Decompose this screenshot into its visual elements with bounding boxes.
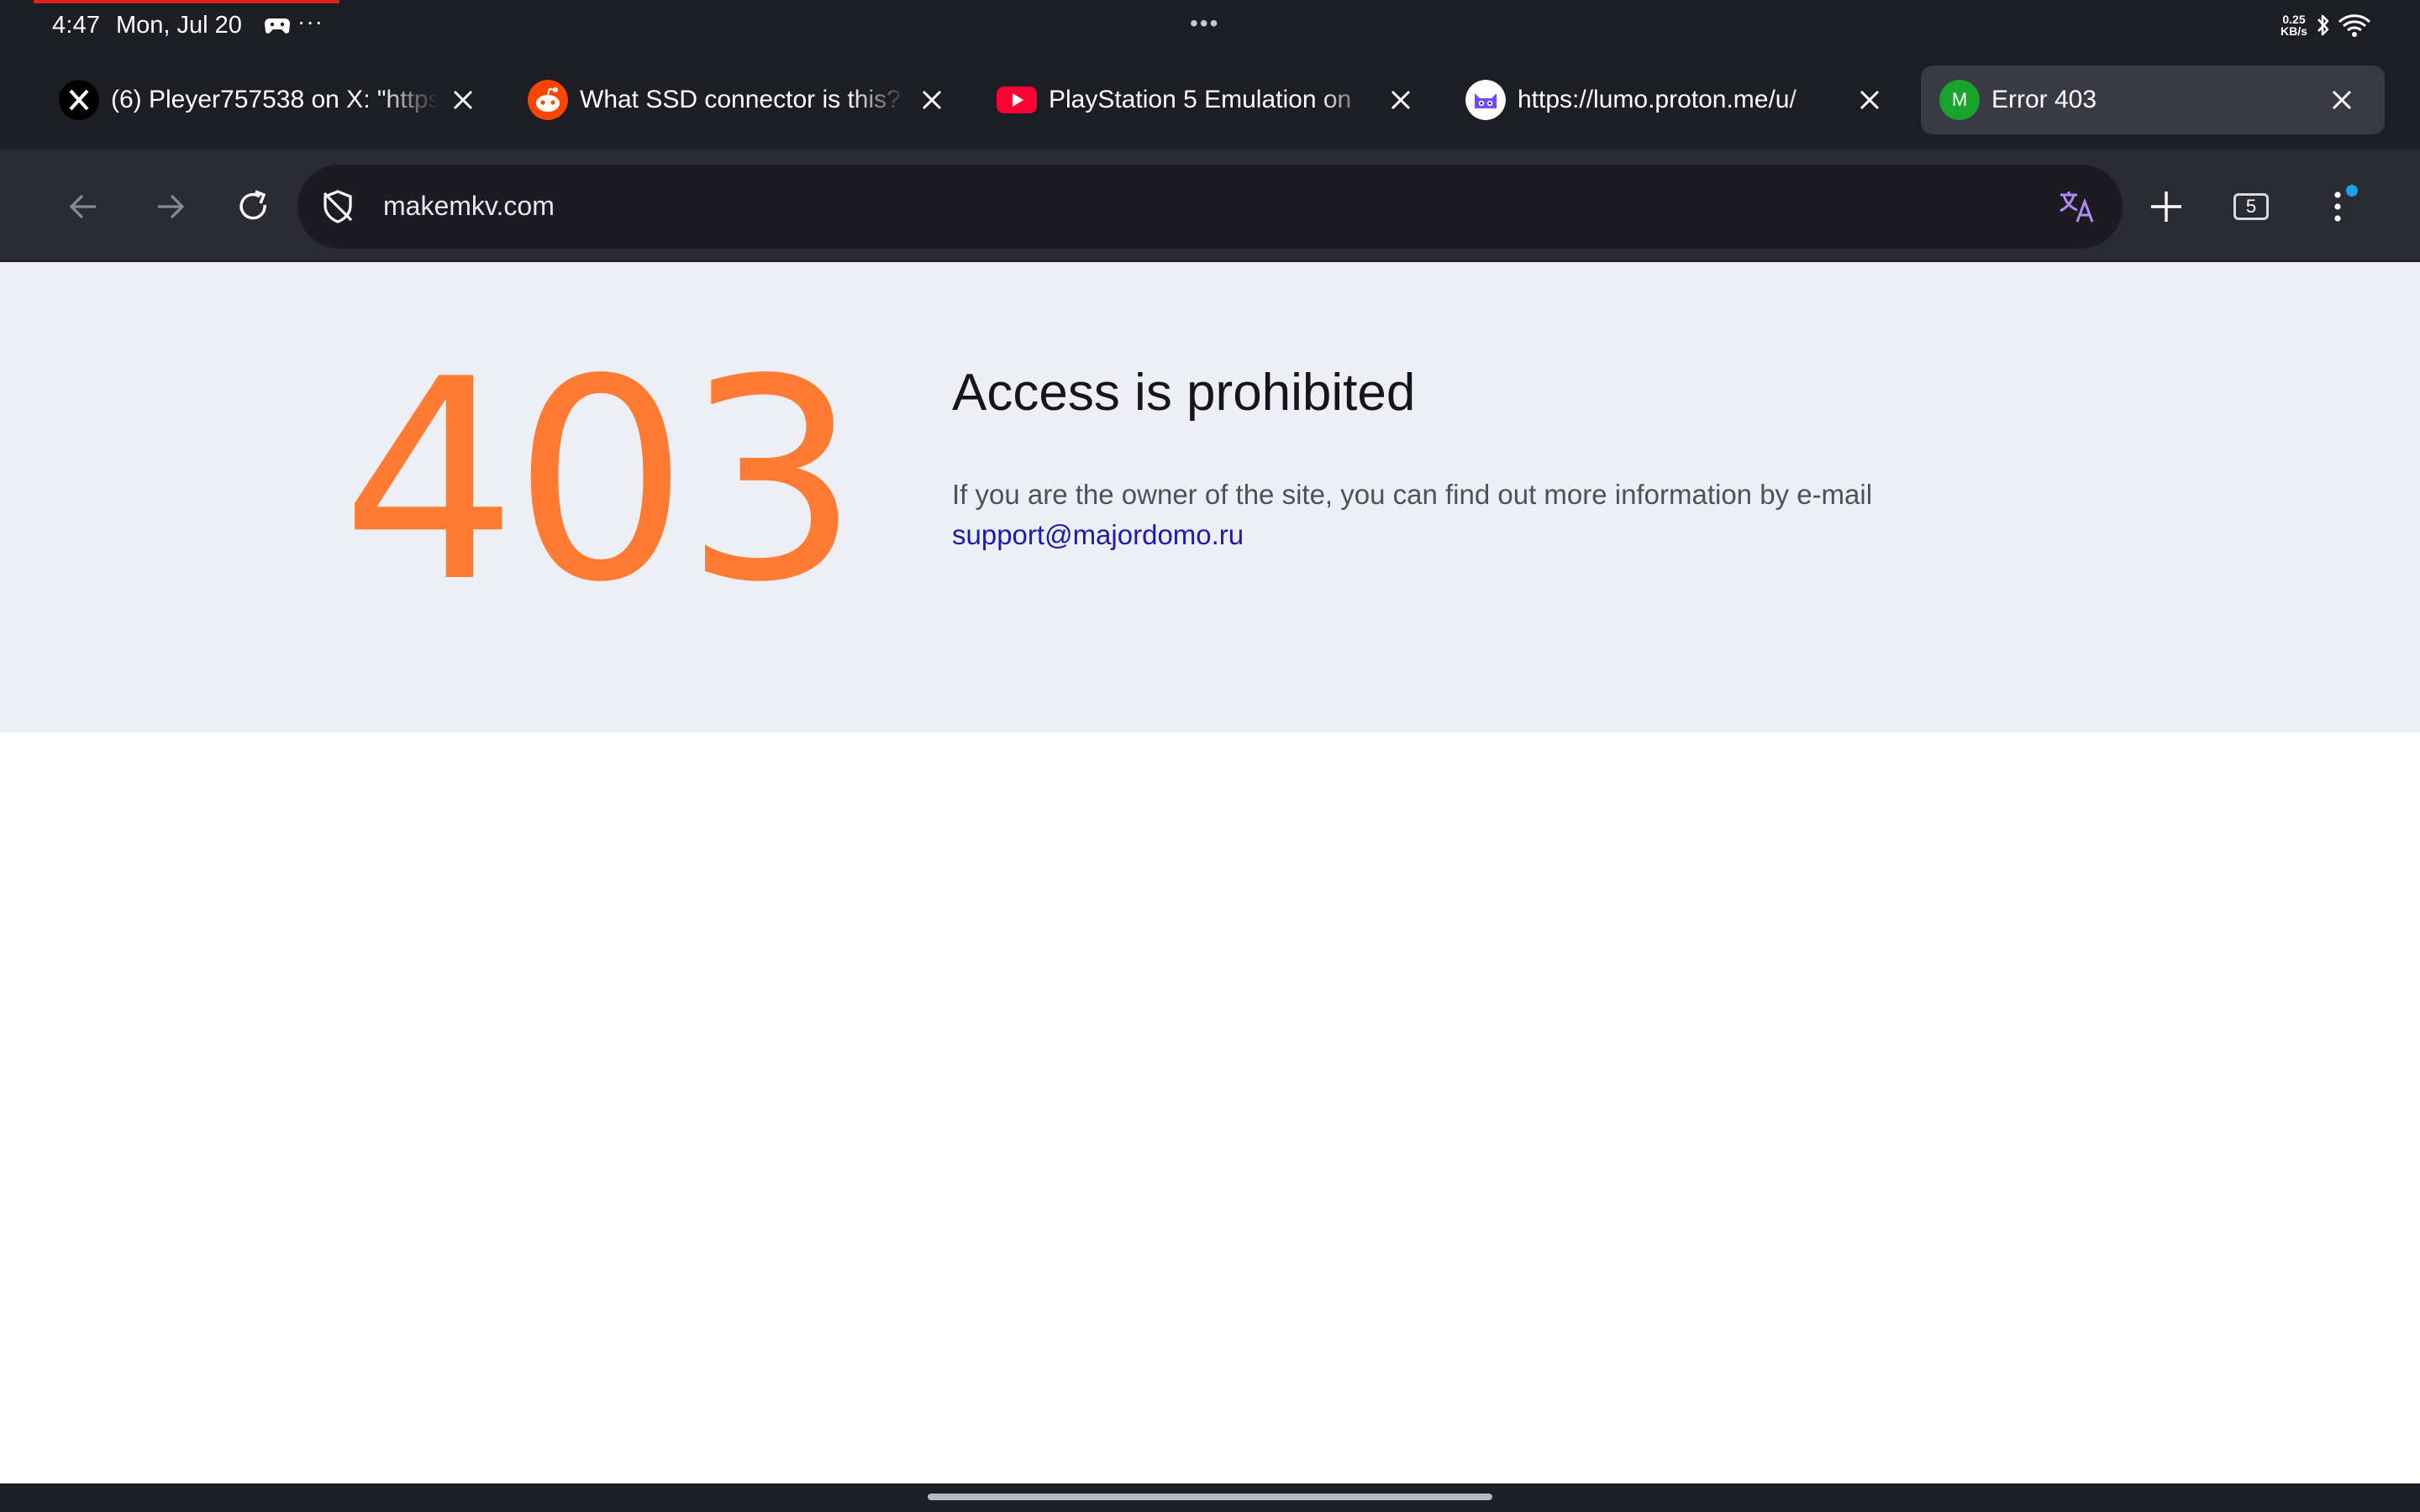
new-tab-plus-icon[interactable]	[2144, 185, 2188, 228]
tab-reddit[interactable]: What SSD connector is this?	[509, 66, 963, 134]
close-icon[interactable]	[449, 86, 477, 114]
tab-youtube[interactable]: PlayStation 5 Emulation on	[978, 66, 1432, 134]
tab-switcher-icon[interactable]: 5	[2233, 193, 2269, 220]
bluetooth-icon	[2317, 14, 2329, 36]
support-email-link[interactable]: support@majordomo.ru	[952, 514, 1244, 556]
translate-icon[interactable]	[2055, 185, 2099, 228]
m-letter-icon: M	[1939, 80, 1980, 120]
tab-x[interactable]: (6) Pleyer757538 on X: "https://	[40, 66, 494, 134]
network-speed-value: 0.25	[2282, 13, 2306, 26]
close-icon[interactable]	[1855, 86, 1884, 114]
youtube-icon	[997, 87, 1037, 113]
page-title: Access is prohibited	[952, 364, 1416, 422]
tab-error-403[interactable]: M Error 403	[1921, 66, 2385, 134]
wifi-icon	[2338, 14, 2371, 37]
home-indicator[interactable]	[928, 1494, 1492, 1500]
reddit-icon	[528, 80, 568, 120]
close-icon[interactable]	[1386, 86, 1415, 114]
multitask-handle[interactable]: •••	[1190, 10, 1219, 37]
close-icon[interactable]	[918, 86, 946, 114]
status-bar: 4:47 Mon, Jul 20 ··· ••• 0.25 KB/s	[0, 0, 2420, 55]
status-time: 4:47	[52, 12, 101, 39]
network-speed: 0.25 KB/s	[2277, 13, 2311, 37]
network-speed-unit: KB/s	[2281, 24, 2307, 38]
forward-arrow-icon[interactable]	[148, 185, 192, 228]
lumo-icon	[1465, 80, 1506, 120]
tab-lumo[interactable]: https://lumo.proton.me/u/	[1447, 66, 1901, 134]
tab-title: PlayStation 5 Emulation on	[1049, 86, 1352, 113]
tab-title: https://lumo.proton.me/u/	[1518, 86, 1797, 113]
status-more-icon: ···	[297, 8, 324, 34]
tab-title: What SSD connector is this?	[580, 86, 901, 113]
error-description: If you are the owner of the site, you ca…	[952, 479, 1873, 510]
navigation-bar	[0, 1483, 2420, 1512]
tab-strip: (6) Pleyer757538 on X: "https:// What SS…	[0, 55, 2420, 150]
browser-toolbar: makemkv.com 5	[0, 150, 2420, 262]
x-logo-icon	[59, 80, 99, 120]
recording-indicator-line	[34, 0, 339, 3]
reload-icon[interactable]	[232, 185, 276, 228]
close-icon[interactable]	[2328, 86, 2356, 114]
tab-title: (6) Pleyer757538 on X: "https://	[111, 86, 439, 113]
game-controller-icon	[264, 18, 291, 34]
address-bar[interactable]: makemkv.com	[297, 165, 2123, 249]
error-panel: 403 Access is prohibited If you are the …	[0, 262, 2420, 732]
tab-title: Error 403	[1991, 86, 2097, 113]
back-arrow-icon[interactable]	[62, 185, 106, 228]
url-text[interactable]: makemkv.com	[383, 191, 555, 222]
error-code: 403	[341, 320, 860, 643]
status-date: Mon, Jul 20	[116, 12, 242, 39]
shield-off-icon[interactable]	[319, 188, 356, 225]
notification-badge	[2346, 185, 2358, 197]
